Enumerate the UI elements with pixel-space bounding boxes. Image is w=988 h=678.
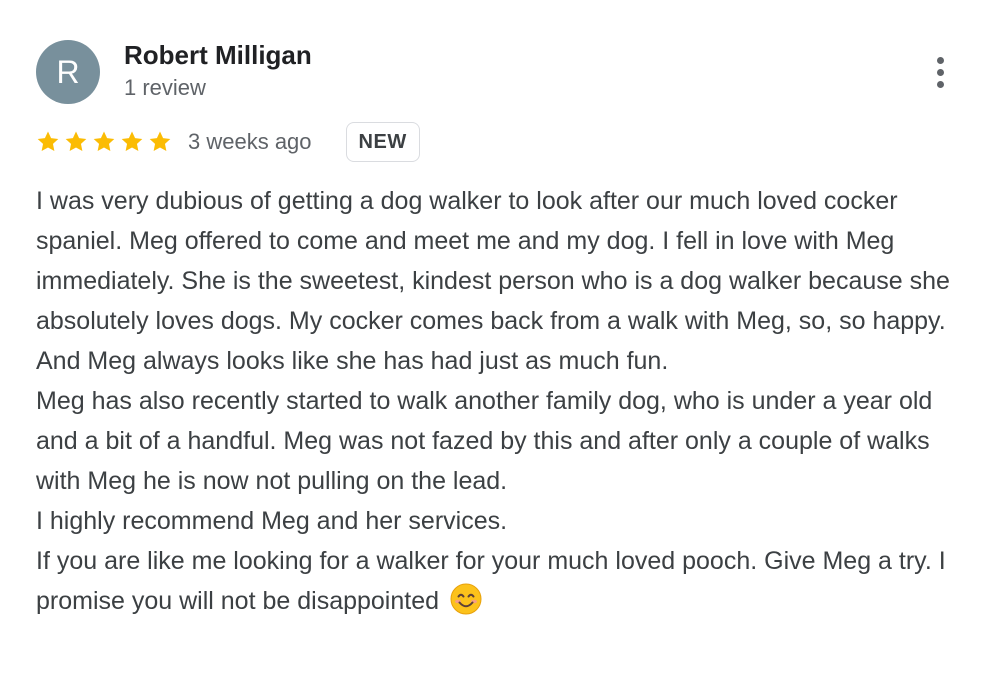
review-text: I was very dubious of getting a dog walk… (36, 181, 956, 621)
review-paragraph: If you are like me looking for a walker … (36, 547, 946, 615)
star-icon (121, 131, 143, 152)
more-options-icon[interactable] (922, 52, 958, 92)
author-name[interactable]: Robert Milligan (124, 40, 312, 71)
rating-row: 3 weeks ago NEW (36, 121, 420, 163)
avatar[interactable]: R (36, 40, 100, 104)
review-card: R Robert Milligan 1 review 3 weeks ago N… (0, 0, 988, 678)
new-badge: NEW (345, 122, 420, 162)
star-icon (149, 131, 171, 152)
author-review-count: 1 review (124, 75, 206, 100)
star-rating (36, 130, 172, 154)
smiling-face-emoji-icon (450, 583, 482, 615)
review-paragraph-last: If you are like me looking for a walker … (36, 541, 956, 621)
more-dot (936, 68, 944, 76)
more-dot (936, 56, 944, 64)
review-paragraph: I was very dubious of getting a dog walk… (36, 187, 950, 375)
review-paragraph: I highly recommend Meg and her services. (36, 507, 508, 535)
more-dot (936, 80, 944, 88)
star-icon (37, 131, 59, 152)
review-paragraph: Meg has also recently started to walk an… (36, 387, 933, 495)
star-icon (65, 131, 87, 152)
star-icon (93, 131, 115, 152)
review-timestamp: 3 weeks ago (188, 129, 312, 154)
